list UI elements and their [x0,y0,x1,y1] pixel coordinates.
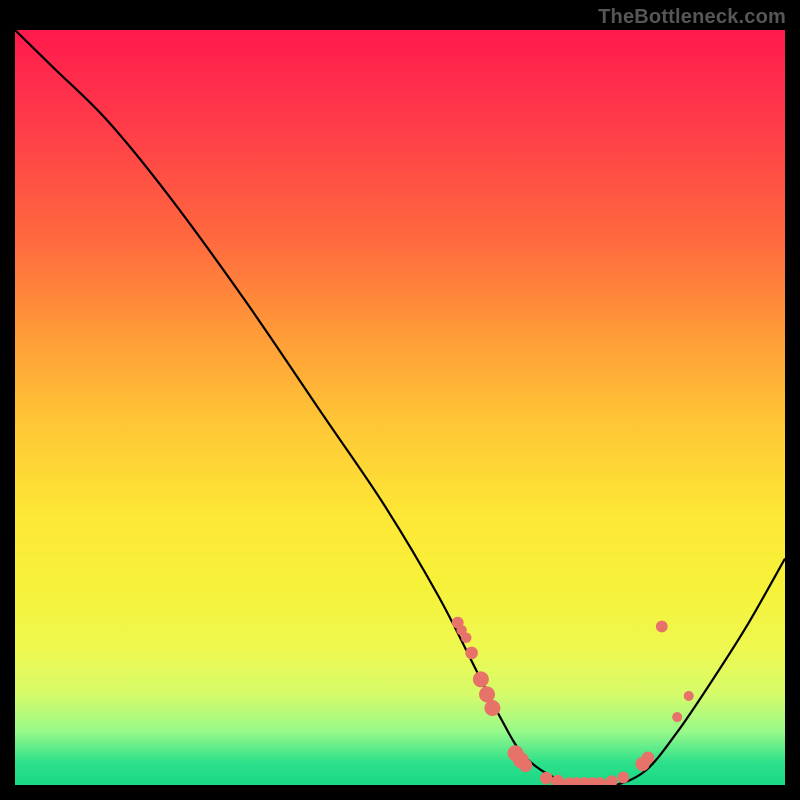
attribution-text: TheBottleneck.com [598,6,786,29]
data-marker [465,647,478,660]
data-marker [684,691,694,701]
data-marker [617,772,629,784]
data-marker [540,772,553,785]
data-marker [606,775,618,785]
curve-layer [15,30,785,785]
data-marker [484,700,500,716]
data-marker [672,712,682,722]
bottleneck-curve [15,30,785,785]
data-marker [461,633,472,644]
data-marker [656,621,668,633]
data-marker [519,759,532,772]
data-marker [479,686,495,702]
data-marker [473,671,489,687]
plot-area [15,30,785,785]
chart-frame: TheBottleneck.com [0,0,800,800]
data-marker [642,752,655,765]
